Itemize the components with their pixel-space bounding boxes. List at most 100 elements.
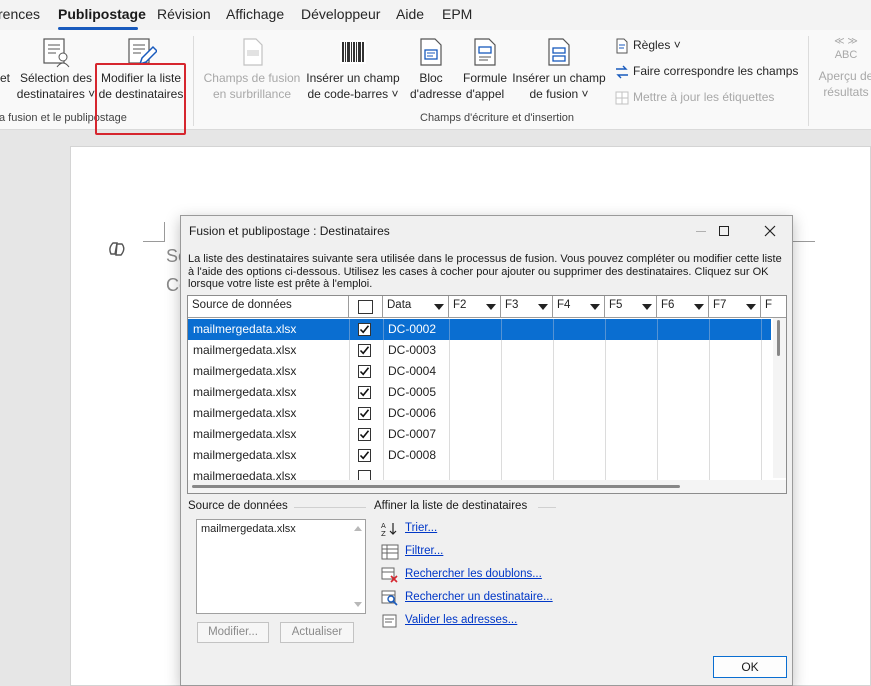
recipient-list-grid[interactable]: Source de données Data F2 F3 F4 F5 F6 F7… bbox=[187, 295, 787, 494]
tab-references[interactable]: rences bbox=[0, 6, 40, 22]
maximize-button[interactable] bbox=[701, 216, 747, 246]
find-duplicates-icon bbox=[381, 567, 398, 583]
column-divider bbox=[709, 361, 710, 382]
column-header-source[interactable]: Source de données bbox=[188, 296, 349, 318]
sort-icon: A Z bbox=[381, 522, 397, 537]
dialog-title: Fusion et publipostage : Destinataires bbox=[189, 224, 390, 238]
scroll-up-icon[interactable] bbox=[354, 526, 362, 531]
insert-merge-field-label-1: Insérer un champ bbox=[512, 71, 606, 85]
row-checkbox[interactable] bbox=[358, 344, 371, 357]
column-divider bbox=[349, 319, 350, 340]
preview-results-button[interactable]: ≪ ≫ ABC Aperçu de résultats bbox=[818, 36, 871, 100]
filter-link[interactable]: Filtrer... bbox=[405, 545, 443, 557]
data-source-scrollbar[interactable] bbox=[351, 520, 365, 613]
greeting-line-label-1: Formule bbox=[462, 71, 507, 85]
tab-publipostage[interactable]: Publipostage bbox=[58, 6, 146, 22]
column-divider bbox=[553, 403, 554, 424]
column-divider bbox=[605, 382, 606, 403]
update-labels-button[interactable]: Mettre à jour les étiquettes bbox=[614, 90, 774, 106]
table-row[interactable]: mailmergedata.xlsx DC-0004 bbox=[188, 361, 771, 382]
column-header-f5[interactable]: F5 bbox=[605, 296, 657, 318]
barcode-label-1: Insérer un champ bbox=[306, 71, 400, 85]
row-checkbox[interactable] bbox=[358, 365, 371, 378]
row-checkbox[interactable] bbox=[358, 449, 371, 462]
column-header-data[interactable]: Data bbox=[383, 296, 449, 318]
select-recipients-button[interactable]: Sélection des destinataires ˅ bbox=[14, 36, 98, 102]
find-duplicates-link[interactable]: Rechercher les doublons... bbox=[405, 568, 542, 580]
column-divider bbox=[501, 445, 502, 466]
checkmark-icon bbox=[359, 346, 370, 355]
close-button[interactable] bbox=[747, 216, 793, 246]
cell-data: DC-0008 bbox=[388, 448, 437, 462]
checkmark-icon bbox=[359, 430, 370, 439]
column-divider bbox=[349, 424, 350, 445]
table-row[interactable]: mailmergedata.xlsx DC-0005 bbox=[188, 382, 771, 403]
column-divider bbox=[449, 382, 450, 403]
row-checkbox[interactable] bbox=[358, 428, 371, 441]
vertical-scroll-thumb[interactable] bbox=[777, 320, 780, 356]
chevron-down-icon bbox=[746, 304, 756, 310]
cell-data: DC-0006 bbox=[388, 406, 437, 420]
column-header-f4[interactable]: F4 bbox=[553, 296, 605, 318]
section-divider bbox=[538, 507, 556, 508]
table-row[interactable]: mailmergedata.xlsx DC-0003 bbox=[188, 340, 771, 361]
horizontal-scrollbar[interactable] bbox=[188, 480, 786, 493]
table-row[interactable]: mailmergedata.xlsx DC-0007 bbox=[188, 424, 771, 445]
ok-button[interactable]: OK bbox=[713, 656, 787, 678]
tab-aide[interactable]: Aide bbox=[396, 6, 424, 22]
row-checkbox[interactable] bbox=[358, 323, 371, 336]
find-recipient-link[interactable]: Rechercher un destinataire... bbox=[405, 591, 553, 603]
partial-ribbon-button[interactable]: et bbox=[0, 70, 10, 86]
data-source-section-title: Source de données bbox=[188, 500, 288, 512]
column-divider bbox=[605, 361, 606, 382]
vertical-scrollbar[interactable] bbox=[773, 318, 786, 478]
sort-link[interactable]: Trier... bbox=[405, 522, 437, 534]
tab-epm[interactable]: EPM bbox=[442, 6, 472, 22]
column-divider bbox=[383, 424, 384, 445]
table-row[interactable]: mailmergedata.xlsx DC-0008 bbox=[188, 445, 771, 466]
column-divider bbox=[501, 319, 502, 340]
insert-merge-field-icon bbox=[548, 38, 570, 66]
table-row[interactable]: mailmergedata.xlsx DC-0002 bbox=[188, 319, 771, 340]
highlight-annotation-box bbox=[95, 63, 186, 135]
column-header-checkbox[interactable] bbox=[349, 296, 383, 318]
copilot-icon[interactable] bbox=[108, 241, 126, 257]
highlight-merge-fields-button[interactable]: Champs de fusion en surbrillance bbox=[203, 36, 301, 102]
refresh-button[interactable]: Actualiser bbox=[280, 622, 354, 643]
scroll-down-icon[interactable] bbox=[354, 602, 362, 607]
column-header-f2[interactable]: F2 bbox=[449, 296, 501, 318]
insert-merge-field-button[interactable]: Insérer un champ de fusion ˅ bbox=[511, 36, 607, 102]
column-header-f3[interactable]: F3 bbox=[501, 296, 553, 318]
chevron-down-icon bbox=[694, 304, 704, 310]
insert-barcode-field-button[interactable]: Insérer un champ de code-barres ˅ bbox=[304, 36, 402, 102]
tab-affichage[interactable]: Affichage bbox=[226, 6, 284, 22]
column-divider bbox=[709, 424, 710, 445]
row-checkbox[interactable] bbox=[358, 386, 371, 399]
select-all-checkbox[interactable] bbox=[358, 300, 373, 314]
cell-source: mailmergedata.xlsx bbox=[193, 322, 297, 336]
table-row[interactable]: mailmergedata.xlsx DC-0006 bbox=[188, 403, 771, 424]
column-divider bbox=[605, 445, 606, 466]
greeting-line-button[interactable]: Formule d'appel bbox=[459, 36, 511, 102]
column-header-f7[interactable]: F7 bbox=[709, 296, 761, 318]
validate-addresses-link[interactable]: Valider les adresses... bbox=[405, 614, 517, 626]
checkmark-icon bbox=[359, 367, 370, 376]
horizontal-scroll-thumb[interactable] bbox=[192, 485, 680, 488]
column-header-f6[interactable]: F6 bbox=[657, 296, 709, 318]
data-source-list[interactable]: mailmergedata.xlsx bbox=[196, 519, 366, 614]
tab-developpeur[interactable]: Développeur bbox=[301, 6, 380, 22]
column-divider bbox=[553, 319, 554, 340]
column-divider bbox=[383, 340, 384, 361]
row-checkbox[interactable] bbox=[358, 407, 371, 420]
address-block-button[interactable]: Bloc d'adresse bbox=[410, 36, 462, 102]
rules-button[interactable]: Règles ˅ bbox=[614, 38, 681, 54]
tab-revision[interactable]: Révision bbox=[157, 6, 211, 22]
close-icon bbox=[764, 225, 776, 237]
highlight-fields-label-1: Champs de fusion bbox=[203, 71, 301, 85]
modify-source-button[interactable]: Modifier... bbox=[197, 622, 269, 643]
column-header-f8[interactable]: F bbox=[761, 296, 786, 318]
data-source-item[interactable]: mailmergedata.xlsx bbox=[201, 523, 296, 535]
select-recipients-icon bbox=[43, 38, 70, 68]
match-fields-button[interactable]: Faire correspondre les champs bbox=[614, 64, 798, 80]
select-recipients-label-1: Sélection des bbox=[19, 71, 93, 85]
